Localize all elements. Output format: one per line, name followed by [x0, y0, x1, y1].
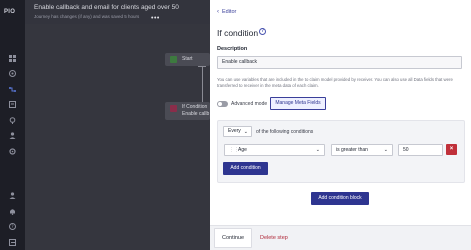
connector-line: [202, 66, 203, 104]
help-icon[interactable]: ?: [9, 223, 16, 230]
settings-icon[interactable]: [9, 148, 16, 155]
location-icon[interactable]: [9, 117, 16, 124]
if-node-tag: [170, 105, 177, 112]
journey-save-status: Journey has changes (if any) and was sav…: [34, 14, 140, 19]
if-node-title: If Condition: [182, 104, 208, 110]
manage-meta-fields-button[interactable]: Manage Meta Fields: [270, 97, 326, 110]
quantifier-value: Every: [228, 128, 241, 134]
start-node-tag: [170, 56, 177, 63]
advanced-mode-toggle[interactable]: [217, 101, 228, 107]
team-icon[interactable]: [9, 192, 16, 199]
continue-button[interactable]: Continue: [214, 228, 252, 248]
start-node-label: Start: [182, 56, 193, 62]
start-node[interactable]: Start: [165, 53, 210, 66]
description-label: Description: [217, 46, 248, 52]
users-icon[interactable]: [9, 132, 16, 139]
panel-title: If condition: [217, 28, 259, 38]
condition-operator-select[interactable]: is greater than ⌄: [331, 144, 393, 156]
chevron-down-icon: ⌄: [383, 147, 388, 153]
condition-field-select[interactable]: ⋮⋮ Age ⌄: [224, 144, 325, 156]
trash-icon: ×: [449, 146, 454, 152]
condition-field-value: Age: [238, 147, 247, 153]
quantifier-select[interactable]: Every ⌄: [223, 126, 252, 137]
chevron-down-icon: ⌄: [243, 129, 248, 135]
broadcast-icon[interactable]: [9, 70, 16, 77]
delete-step-button[interactable]: Delete step: [260, 235, 288, 241]
add-condition-button[interactable]: Add condition: [223, 162, 268, 175]
grid-icon[interactable]: [9, 55, 16, 62]
journey-icon[interactable]: [9, 86, 16, 93]
description-input[interactable]: Enable callback: [217, 56, 462, 69]
bell-icon[interactable]: [9, 208, 16, 215]
condition-value-input[interactable]: 50: [398, 144, 443, 156]
toggle-knob: [218, 102, 222, 106]
logout-icon[interactable]: [9, 239, 16, 246]
journey-title: Enable callback and email for clients ag…: [34, 4, 179, 11]
more-options-icon[interactable]: •••: [151, 15, 160, 22]
back-to-editor-link[interactable]: ‹ Editor: [217, 9, 236, 15]
condition-operator-value: is greater than: [336, 147, 368, 153]
app-logo: PIO: [4, 9, 16, 15]
add-condition-block-button[interactable]: Add condition block: [311, 192, 369, 205]
chevron-left-icon: ‹: [217, 9, 219, 15]
variables-hint: You can use variables that are included …: [217, 77, 453, 88]
template-icon[interactable]: [9, 101, 16, 108]
help-circle-icon[interactable]: ?: [259, 28, 266, 35]
delete-condition-button[interactable]: ×: [446, 144, 457, 155]
left-nav-rail: PIO ?: [0, 0, 25, 250]
advanced-mode-label: Advanced mode: [231, 101, 268, 107]
following-conditions-label: of the following conditions: [256, 129, 314, 135]
chevron-down-icon: ⌄: [315, 147, 320, 153]
if-condition-node[interactable]: If Condition Enable callb: [165, 102, 210, 120]
back-label: Editor: [222, 9, 237, 15]
if-node-subtitle: Enable callb: [182, 111, 210, 117]
